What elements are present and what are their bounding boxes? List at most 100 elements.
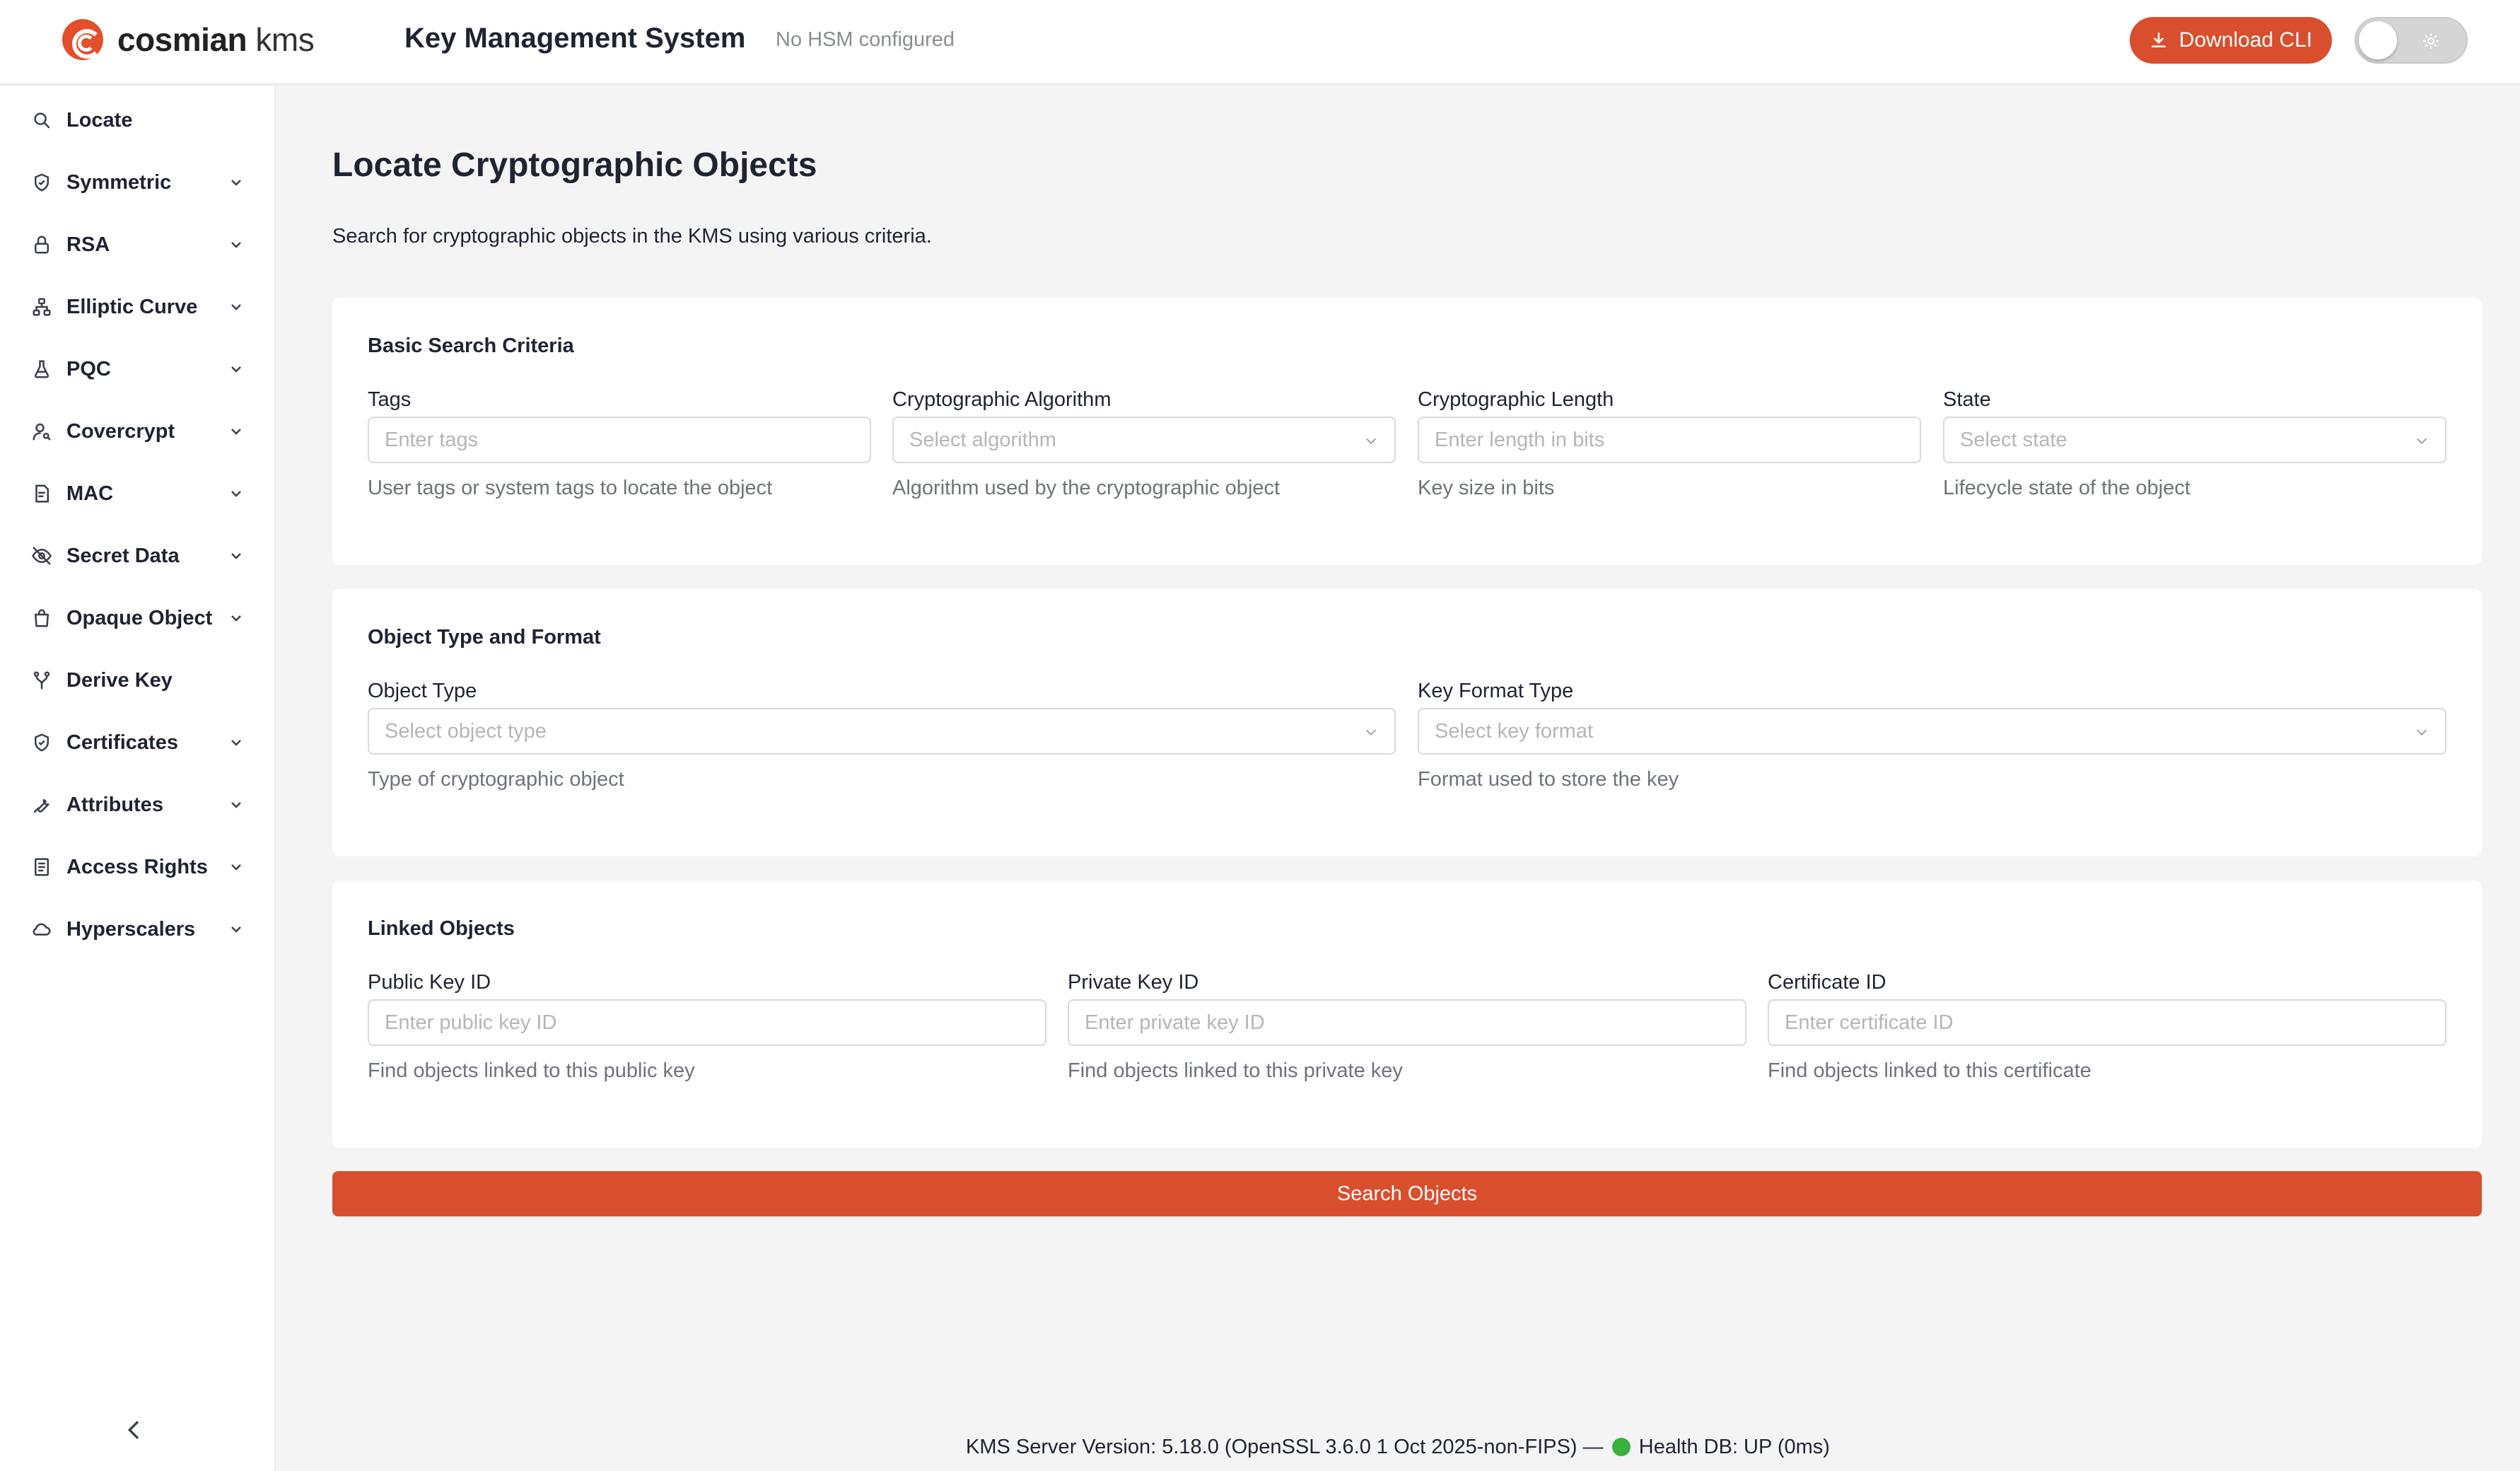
linked-objects-card: Linked Objects Public Key ID Find object…: [332, 880, 2482, 1148]
sun-icon: [2423, 33, 2439, 49]
state-placeholder: Select state: [1960, 428, 2067, 451]
bag-icon: [35, 609, 49, 627]
length-label: Cryptographic Length: [1418, 388, 1614, 411]
chevron-down-icon: [1365, 729, 1377, 736]
chevron-down-icon: [231, 802, 241, 808]
public-key-label: Public Key ID: [368, 971, 491, 994]
chevron-down-icon: [231, 615, 241, 622]
key-format-select[interactable]: Select key format: [1418, 708, 2446, 755]
user-key-icon: [33, 423, 51, 441]
sidebar-item-label: Elliptic Curve: [66, 295, 198, 318]
cosmian-logo[interactable]: cosmian kms: [62, 19, 315, 60]
state-select[interactable]: Select state: [1943, 417, 2446, 463]
certificate-help: Find objects linked to this certificate: [1768, 1059, 2092, 1082]
document-icon: [35, 484, 49, 503]
logo-product: kms: [255, 21, 315, 58]
length-input[interactable]: [1418, 417, 1921, 463]
state-help: Lifecycle state of the object: [1943, 477, 2191, 499]
chevron-down-icon: [231, 553, 241, 559]
sidebar-item-attributes[interactable]: Attributes: [0, 777, 276, 833]
sidebar-item-label: Opaque Object: [66, 606, 213, 629]
toggle-knob: [2359, 21, 2397, 59]
sidebar-item-label: MAC: [66, 482, 114, 505]
tags-help: User tags or system tags to locate the o…: [368, 477, 773, 499]
sidebar-item-derive-key[interactable]: Derive Key: [0, 652, 276, 709]
theme-toggle[interactable]: [2355, 17, 2468, 64]
algorithm-select[interactable]: Select algorithm: [892, 417, 1396, 463]
sidebar-item-label: Secret Data: [66, 544, 180, 567]
chevron-down-icon: [231, 242, 241, 248]
tags-field: Tags User tags or system tags to locate …: [368, 388, 871, 516]
top-header: cosmian kms Key Management System No HSM…: [0, 0, 2520, 85]
object-type-select[interactable]: Select object type: [368, 708, 1396, 755]
eye-off-icon: [32, 547, 52, 565]
public-key-input[interactable]: [368, 999, 1046, 1046]
sidebar-item-locate[interactable]: Locate: [0, 92, 276, 149]
private-key-field: Private Key ID Find objects linked to th…: [1068, 971, 1746, 1098]
object-type-placeholder: Select object type: [385, 719, 547, 743]
object-type-field: Object Type Select object type Type of c…: [368, 680, 1396, 807]
sidebar-item-rsa[interactable]: RSA: [0, 216, 276, 273]
app-title: Key Management System: [404, 23, 746, 54]
logo-brand: cosmian: [117, 21, 247, 58]
page-description: Search for cryptographic objects in the …: [332, 225, 932, 248]
basic-search-card: Basic Search Criteria Tags User tags or …: [332, 298, 2482, 565]
algorithm-label: Cryptographic Algorithm: [892, 388, 1112, 411]
key-format-placeholder: Select key format: [1435, 719, 1594, 743]
certificate-input[interactable]: [1768, 999, 2446, 1046]
sidebar-item-secret-data[interactable]: Secret Data: [0, 528, 276, 584]
section-title: Basic Search Criteria: [368, 335, 574, 357]
length-field: Cryptographic Length Key size in bits: [1418, 388, 1921, 516]
list-icon: [35, 858, 49, 876]
chevron-down-icon: [231, 864, 241, 871]
chevron-down-icon: [231, 304, 241, 310]
sidebar-item-symmetric[interactable]: Symmetric: [0, 154, 276, 211]
state-label: State: [1943, 388, 1991, 411]
sidebar-item-covercrypt[interactable]: Covercrypt: [0, 403, 276, 460]
sidebar-item-label: Hyperscalers: [66, 917, 196, 941]
sidebar-item-label: Certificates: [66, 731, 178, 754]
length-help: Key size in bits: [1418, 477, 1555, 499]
certificate-icon: [35, 733, 49, 752]
cosmian-logo-icon: [62, 19, 103, 60]
tags-input[interactable]: [368, 417, 871, 463]
chevron-down-icon: [231, 429, 241, 435]
sidebar-item-access-rights[interactable]: Access Rights: [0, 839, 276, 895]
chevron-down-icon: [2416, 729, 2427, 736]
certificate-field: Certificate ID Find objects linked to th…: [1768, 971, 2446, 1098]
download-cli-button[interactable]: Download CLI: [2130, 17, 2332, 64]
sidebar-item-mac[interactable]: MAC: [0, 465, 276, 522]
private-key-label: Private Key ID: [1068, 971, 1199, 994]
hsm-status: No HSM configured: [776, 28, 955, 51]
key-format-field: Key Format Type Select key format Format…: [1418, 680, 2446, 807]
sidebar-item-label: Access Rights: [66, 855, 208, 878]
chevron-down-icon: [231, 366, 241, 373]
private-key-help: Find objects linked to this private key: [1068, 1059, 1403, 1082]
shield-icon: [35, 173, 49, 192]
search-objects-button[interactable]: Search Objects: [332, 1171, 2482, 1216]
cloud-icon: [33, 923, 51, 936]
sidebar-item-certificates[interactable]: Certificates: [0, 714, 276, 771]
sidebar-item-pqc[interactable]: PQC: [0, 341, 276, 397]
health-status: Health DB: UP (0ms): [1638, 1436, 1830, 1458]
chevron-down-icon: [231, 740, 241, 746]
lock-icon: [35, 236, 49, 254]
object-type-card: Object Type and Format Object Type Selec…: [332, 589, 2482, 856]
public-key-help: Find objects linked to this public key: [368, 1059, 695, 1082]
sidebar-item-label: Derive Key: [66, 668, 173, 692]
sidebar-item-hyperscalers[interactable]: Hyperscalers: [0, 901, 276, 958]
footer-status: KMS Server Version: 5.18.0 (OpenSSL 3.6.…: [276, 1436, 2520, 1459]
object-type-help: Type of cryptographic object: [368, 768, 624, 791]
sidebar-item-elliptic-curve[interactable]: Elliptic Curve: [0, 279, 276, 335]
section-title: Object Type and Format: [368, 626, 601, 649]
branch-icon: [33, 671, 50, 690]
collapse-sidebar-icon[interactable]: [120, 1416, 148, 1444]
chevron-down-icon: [2416, 438, 2427, 444]
sidebar-item-label: Symmetric: [66, 170, 172, 194]
sidebar-item-opaque-object[interactable]: Opaque Object: [0, 590, 276, 646]
section-title: Linked Objects: [368, 917, 515, 940]
sidebar-item-label: Attributes: [66, 793, 163, 816]
private-key-input[interactable]: [1068, 999, 1746, 1046]
chevron-down-icon: [231, 180, 241, 186]
network-icon: [33, 298, 51, 316]
